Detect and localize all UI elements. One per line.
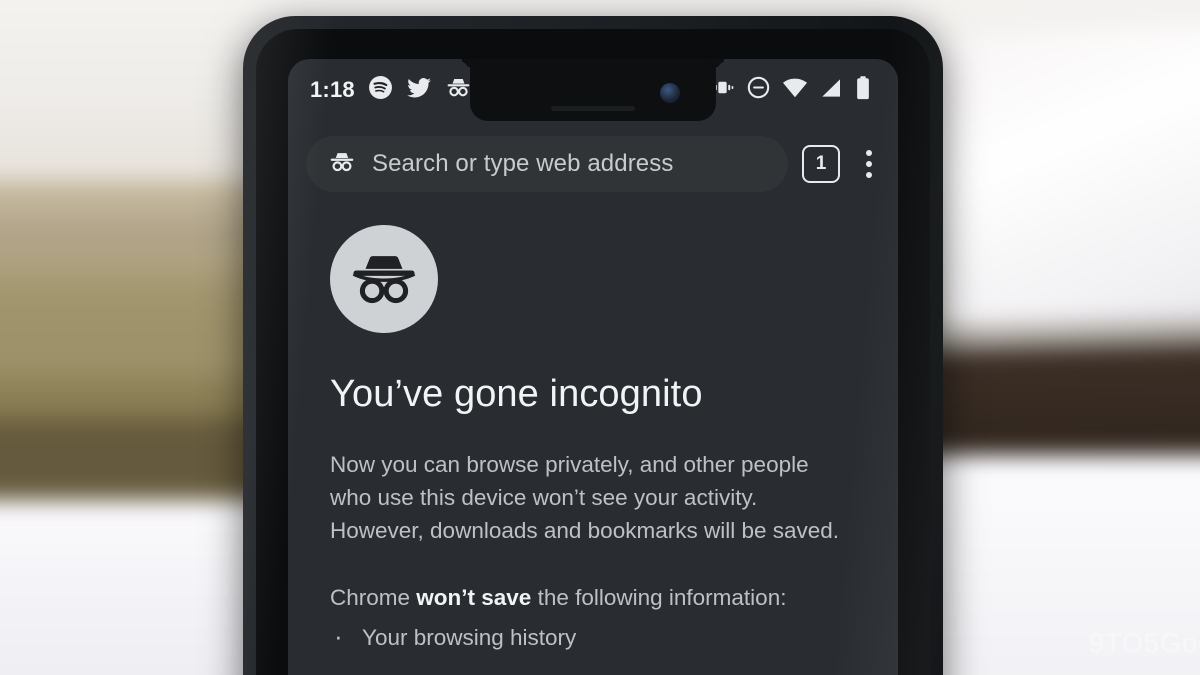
page-description: Now you can browse privately, and other … <box>330 452 840 543</box>
display-notch <box>470 59 716 121</box>
wifi-icon <box>782 75 808 106</box>
menu-dot <box>866 172 872 178</box>
tab-switcher-button[interactable]: 1 <box>802 145 840 183</box>
menu-dot <box>866 161 872 167</box>
screenshot-scene: 1:18 Search or type web address 1 You’ve… <box>0 0 1200 675</box>
status-clock: 1:18 <box>310 77 355 102</box>
overflow-menu-icon[interactable] <box>854 146 884 182</box>
wont-save-subheading: Chrome won’t save the following informat… <box>330 581 856 614</box>
twitter-icon <box>406 75 432 106</box>
list-item: Your browsing history <box>330 618 856 656</box>
do-not-disturb-icon <box>746 75 771 105</box>
phone-device: 1:18 Search or type web address 1 You’ve… <box>243 16 943 675</box>
incognito-badge-icon <box>328 148 356 181</box>
cell-signal-icon <box>819 76 843 105</box>
page-title: You’ve gone incognito <box>330 373 703 415</box>
subhead-prefix: Chrome <box>330 585 417 610</box>
spotify-icon <box>368 75 393 105</box>
status-bar-left: 1:18 <box>310 74 472 106</box>
subhead-emphasis: won’t save <box>416 585 532 610</box>
phone-screen: 1:18 Search or type web address 1 You’ve… <box>288 59 898 675</box>
incognito-new-tab-page: You’ve gone incognito Now you can browse… <box>288 207 898 675</box>
watermark: 9TO5Goo <box>1088 628 1200 658</box>
subhead-suffix: the following information: <box>531 585 787 610</box>
background-laptop <box>925 23 1200 363</box>
battery-icon <box>854 75 872 106</box>
wont-save-list: Your browsing history <box>330 618 856 656</box>
incognito-glyph-icon <box>352 256 416 304</box>
status-bar-right <box>710 75 876 106</box>
menu-dot <box>866 150 872 156</box>
omnibox[interactable]: Search or type web address <box>306 136 788 192</box>
incognito-avatar <box>330 225 438 333</box>
browser-toolbar: Search or type web address 1 <box>288 127 898 201</box>
search-input[interactable]: Search or type web address <box>372 150 673 178</box>
front-camera-icon <box>660 83 680 103</box>
earpiece-speaker-icon <box>551 106 635 111</box>
incognito-icon <box>445 74 472 106</box>
